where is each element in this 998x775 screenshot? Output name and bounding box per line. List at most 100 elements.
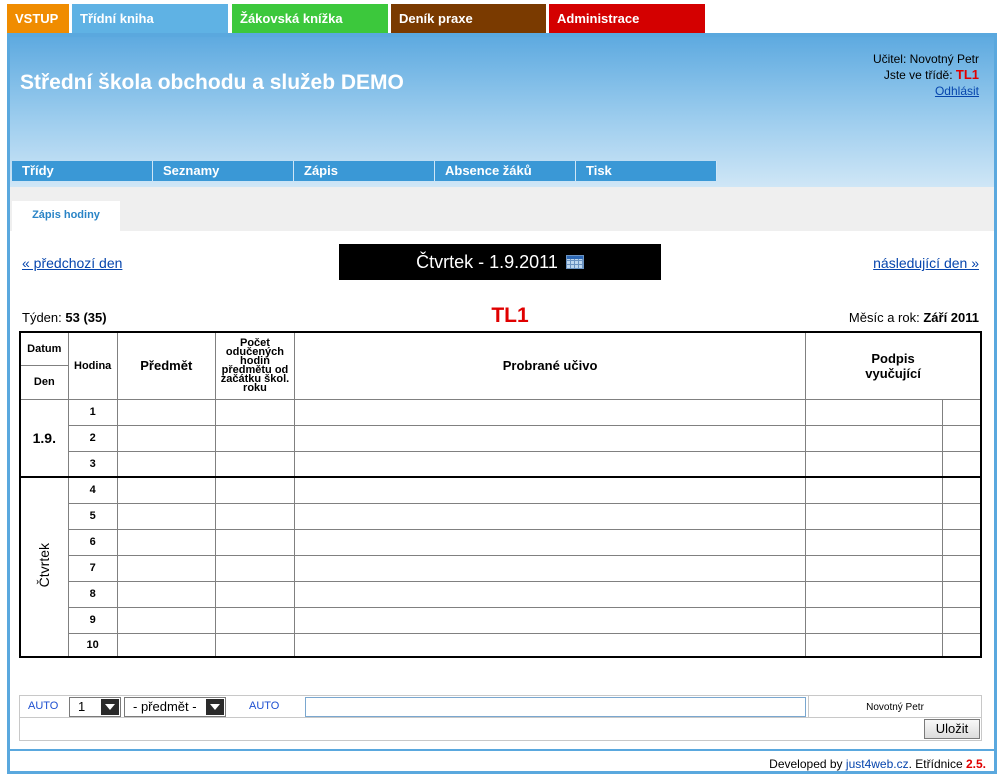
table-row: 3 [20,450,982,478]
current-date-box: Čtvrtek - 1.9.2011 [339,244,661,280]
tab-tridni-kniha[interactable]: Třídní kniha [72,4,228,33]
topic-input[interactable] [305,697,806,717]
header-podpis: Podpis vyučující [805,331,982,400]
topic-cell[interactable] [294,632,807,658]
topic-cell[interactable] [294,528,807,556]
hour-number: 10 [67,632,118,658]
subject-cell[interactable] [116,528,216,556]
subject-cell[interactable] [116,632,216,658]
footer-prefix: Developed by [769,757,843,771]
table-row: 5 [20,502,982,530]
day-date-cell: 1.9. [19,398,69,478]
subject-select[interactable]: - předmět - [124,697,226,717]
week-info: Týden: 53 (35) [22,310,107,325]
topic-cell[interactable] [294,606,807,634]
hour-select[interactable]: 1 [69,697,121,717]
table-row: Čtvrtek 4 [19,476,982,658]
version: 2.5. [965,757,986,771]
hour-number: 1 [67,398,118,426]
subject-cell[interactable] [116,398,216,426]
auto-label-1: AUTO [28,700,59,712]
subnav-seznamy[interactable]: Seznamy [153,161,294,181]
subject-cell[interactable] [116,476,216,504]
auto-label-2: AUTO [249,700,280,712]
developer-link[interactable]: just4web.cz [846,757,909,771]
week-value: 53 (35) [65,310,107,325]
tab-administrace[interactable]: Administrace [549,4,705,33]
topic-cell[interactable] [294,476,807,504]
signature-cell [805,580,944,608]
count-cell [214,450,296,478]
subnav-tridy[interactable]: Třídy [12,161,153,181]
class-code: TL1 [491,304,529,327]
day-name: Čtvrtek [36,543,53,588]
tab-denik-praxe[interactable]: Deník praxe [391,4,546,33]
extra-cell [942,476,982,504]
subject-cell[interactable] [116,580,216,608]
entry-actions-row: Uložit [19,718,982,741]
header-den: Den [19,364,69,400]
count-cell [214,528,296,556]
count-cell [214,424,296,452]
subnav-zapis[interactable]: Zápis [294,161,435,181]
extra-cell [942,398,982,426]
extra-cell [942,528,982,556]
signature-cell [805,450,944,478]
tab-vstup[interactable]: VSTUP [7,4,69,33]
table-row: 1.9. 1 [19,398,982,478]
header: Střední škola obchodu a služeb DEMO Učit… [10,37,994,187]
topic-cell[interactable] [294,580,807,608]
hour-number: 8 [67,580,118,608]
extra-cell [942,502,982,530]
topic-cell[interactable] [294,554,807,582]
subnav-absence[interactable]: Absence žáků [435,161,576,181]
topic-cell[interactable] [294,450,807,478]
extra-cell [942,580,982,608]
signature-cell [805,632,944,658]
save-button[interactable]: Uložit [924,719,980,739]
subnav-tisk[interactable]: Tisk [576,161,717,181]
topic-cell[interactable] [294,398,807,426]
tab-zapis-hodiny[interactable]: Zápis hodiny [12,201,120,231]
school-title: Střední škola obchodu a služeb DEMO [20,71,404,94]
subject-cell[interactable] [116,424,216,452]
day-date: 1.9. [32,429,56,446]
entry-row: AUTO 1 - předmět - AUTO Novotný Petr [19,695,982,718]
subject-select-value: - předmět - [133,699,197,714]
subject-cell[interactable] [116,450,216,478]
topic-cell[interactable] [294,424,807,452]
table-row: 9 [20,606,982,634]
count-cell [214,580,296,608]
subject-cell[interactable] [116,554,216,582]
hour-number: 4 [67,476,118,504]
week-label: Týden: [22,310,62,325]
month-label: Měsíc a rok: [848,310,920,325]
prev-day-link[interactable]: « předchozí den [22,255,122,271]
table-row: 7 [20,554,982,582]
extra-cell [942,450,982,478]
topic-cell[interactable] [294,502,807,530]
logout-link[interactable]: Odhlásit [935,84,979,98]
signature-cell [805,424,944,452]
current-date: Čtvrtek - 1.9.2011 [416,252,558,272]
page-tab-bar: Zápis hodiny [10,187,994,231]
signature-cell [805,528,944,556]
hour-number: 7 [67,554,118,582]
signature-cell [805,554,944,582]
header-pocet: Počet odučených hodin předmětu od začátk… [214,331,296,400]
signature-cell [805,476,944,504]
footer-suffix: . Etřídnice [908,757,963,771]
subject-cell[interactable] [116,606,216,634]
calendar-icon[interactable] [565,255,584,269]
header-ucivo: Probrané učivo [294,331,807,400]
hour-number: 5 [67,502,118,530]
subject-cell[interactable] [116,502,216,530]
count-cell [214,632,296,658]
header-datum: Datum [19,331,69,366]
entry-form: AUTO 1 - předmět - AUTO Novotný Petr Ulo… [19,695,982,741]
table-row: 2 [20,424,982,452]
extra-cell [942,554,982,582]
next-day-link[interactable]: následující den » [873,255,979,271]
day-name-cell: Čtvrtek [19,476,69,658]
tab-zakovska-knizka[interactable]: Žákovská knížka [232,4,388,33]
